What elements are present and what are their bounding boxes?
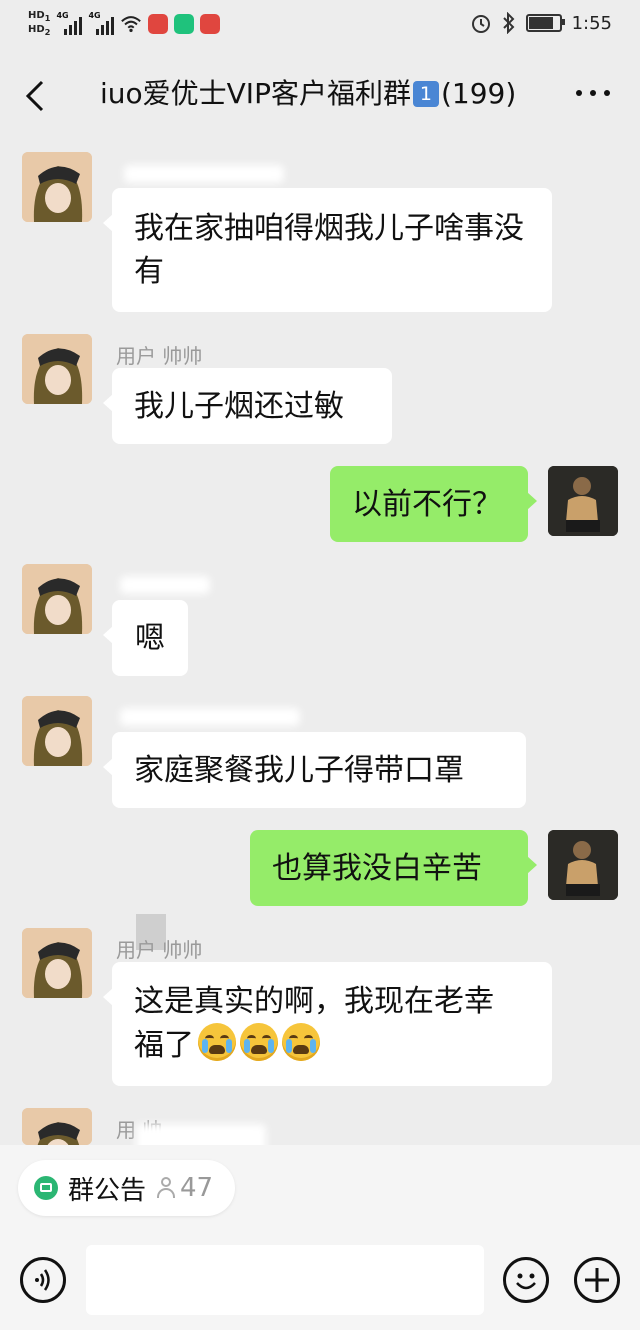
battery-icon — [525, 14, 565, 32]
group-announcement-chip[interactable]: 群公告 47 — [18, 1160, 236, 1216]
message-text: 嗯 — [135, 620, 165, 656]
message-bubble-self[interactable]: 以前不行？ — [330, 466, 537, 542]
avatar[interactable] — [22, 696, 92, 766]
online-count-value: 47 — [180, 1173, 214, 1203]
hd2-label: HD — [28, 24, 45, 35]
loudly-crying-face-icon — [198, 1023, 236, 1061]
alarm-icon — [471, 15, 490, 33]
loudly-crying-face-icon — [282, 1023, 320, 1061]
message-bubble[interactable]: 我在家抽咱得烟我儿子啥事没有 — [103, 188, 552, 312]
more-options-icon[interactable] — [576, 90, 610, 96]
hd2-sub: 2 — [44, 27, 51, 37]
hd1-label: HD — [28, 10, 45, 21]
chat-header: iuo爱优士VIP客户福利群 1 (199) — [0, 50, 640, 140]
sim-indicators: HD1 HD2 — [28, 10, 50, 38]
avatar[interactable] — [22, 928, 92, 998]
network1-label: 4G — [56, 11, 69, 20]
back-arrow-icon[interactable] — [22, 78, 52, 114]
message-text: 以前不行？ — [352, 486, 502, 522]
status-bar: HD1 HD2 4G 4G 1:55 — [0, 0, 640, 50]
avatar-self[interactable] — [548, 466, 618, 536]
message-bubble[interactable]: 这是真实的啊，我现在老幸 福了 — [103, 962, 552, 1086]
plus-icon[interactable] — [574, 1257, 620, 1303]
sender-name-redacted — [120, 708, 300, 726]
sender-name-redacted — [124, 165, 284, 183]
avatar[interactable] — [22, 334, 92, 404]
wifi-icon — [121, 16, 142, 33]
message-text-line2: 福了 — [134, 1023, 530, 1067]
message-text: 福了 — [134, 1028, 194, 1063]
person-icon — [156, 1177, 176, 1199]
avatar-image-icon — [22, 696, 92, 766]
group-name: iuo爱优士VIP客户福利群 — [100, 77, 411, 110]
message-input[interactable] — [86, 1245, 484, 1315]
message-text: 我在家抽咱得烟我儿子啥事没有 — [134, 211, 524, 289]
message-bubble[interactable]: 家庭聚餐我儿子得带口罩 — [103, 732, 526, 808]
avatar-image-icon — [22, 928, 92, 998]
app-notification-icon-red — [148, 14, 169, 34]
avatar-self[interactable] — [548, 830, 618, 900]
keycap-badge: 1 — [412, 81, 439, 107]
signal-icon-2: 4G — [88, 11, 115, 35]
hd1-sub: 1 — [44, 13, 51, 23]
avatar[interactable] — [22, 564, 92, 634]
member-count: (199) — [440, 77, 517, 110]
message-text: 我儿子烟还过敏 — [134, 388, 344, 424]
announcement-icon — [34, 1176, 58, 1200]
avatar-image-icon — [548, 466, 618, 536]
avatar-image-icon — [22, 1108, 92, 1145]
message-text: 家庭聚餐我儿子得带口罩 — [134, 752, 464, 788]
sender-name: 用户 帅帅 — [116, 344, 203, 368]
status-right: 1:55 — [470, 12, 612, 34]
status-left: HD1 HD2 4G 4G — [28, 10, 221, 38]
bluetooth-icon — [502, 12, 514, 34]
avatar-image-icon — [22, 152, 92, 222]
message-text: 这是真实的啊，我现在老幸 — [134, 984, 494, 1019]
message-bubble[interactable]: 嗯 — [103, 600, 188, 676]
avatar[interactable] — [22, 152, 92, 222]
loudly-crying-face-icon — [240, 1023, 278, 1061]
message-bubble-self[interactable]: 也算我没白辛苦 — [250, 830, 537, 906]
avatar-image-icon — [548, 830, 618, 900]
announcement-label: 群公告 — [68, 1175, 147, 1206]
avatar-image-icon — [22, 564, 92, 634]
voice-icon[interactable] — [20, 1257, 66, 1303]
emoji-icon[interactable] — [503, 1257, 549, 1303]
app-notification-icon-green — [174, 14, 195, 34]
signal-icon: 4G — [56, 11, 83, 35]
avatar-image-icon — [22, 334, 92, 404]
message-text: 也算我没白辛苦 — [272, 850, 482, 886]
chat-title: iuo爱优士VIP客户福利群 1 (199) — [100, 74, 560, 114]
clock: 1:55 — [571, 12, 612, 34]
message-bubble[interactable]: 我儿子烟还过敏 — [103, 368, 392, 444]
sender-name-redacted — [120, 576, 210, 594]
app-notification-icon-red-2 — [200, 14, 221, 34]
online-count: 47 — [156, 1173, 213, 1203]
network2-label: 4G — [88, 11, 101, 20]
avatar[interactable] — [22, 1108, 92, 1145]
sender-name: 用户 帅帅 — [116, 938, 203, 962]
